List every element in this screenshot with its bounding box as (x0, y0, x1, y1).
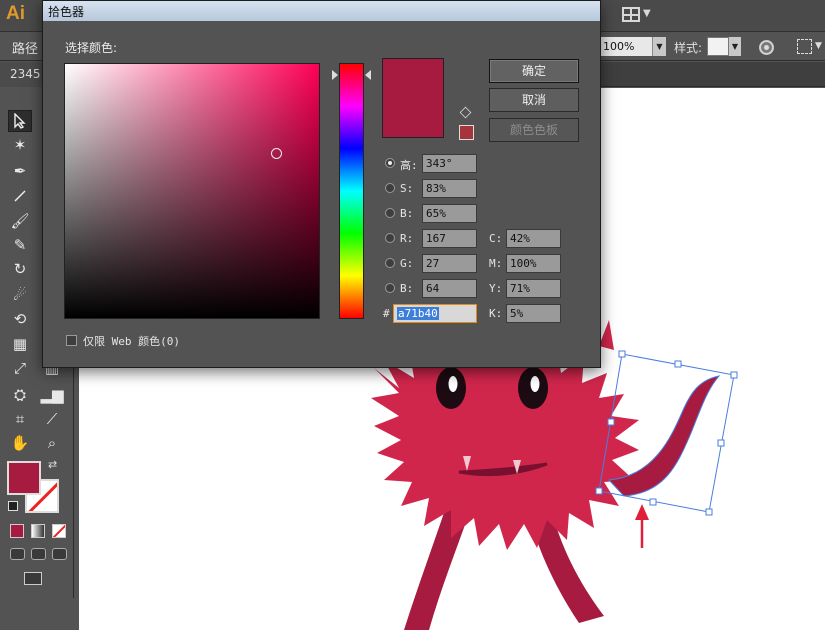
chevron-down-icon[interactable]: ▼ (643, 8, 651, 19)
black-label: K: (489, 307, 503, 320)
red-label: R: (400, 232, 414, 245)
free-transform-icon[interactable]: ⟲ (8, 308, 32, 330)
yellow-input[interactable]: 71% (506, 279, 561, 298)
draw-normal-icon[interactable] (10, 548, 25, 560)
yellow-label: Y: (489, 282, 503, 295)
cyan-input[interactable]: 42% (506, 229, 561, 248)
hex-label: # (383, 307, 390, 320)
blue-label: B: (400, 282, 414, 295)
magenta-input[interactable]: 100% (506, 254, 561, 273)
hue-slider[interactable] (339, 63, 364, 319)
app-logo: Ai (6, 3, 25, 24)
black-input[interactable]: 5% (506, 304, 561, 323)
web-colors-only-checkbox[interactable] (66, 335, 77, 346)
web-safe-color-swatch[interactable] (459, 125, 474, 140)
monster-fur-tip (599, 320, 614, 350)
cancel-button[interactable]: 取消 (489, 88, 579, 112)
radio-brightness[interactable] (385, 208, 395, 218)
hue-slider-arrow-right[interactable] (365, 70, 371, 81)
opacity-dropdown-icon[interactable]: ▼ (652, 37, 666, 56)
hex-value: a71b40 (397, 307, 439, 320)
default-colors-icon[interactable] (8, 501, 18, 511)
slice-tool-icon[interactable]: ⟋ (40, 408, 64, 430)
magenta-label: M: (489, 257, 503, 270)
radio-blue[interactable] (385, 283, 395, 293)
red-input[interactable]: 167 (422, 229, 477, 248)
new-color-preview (382, 58, 444, 138)
brightness-label: B: (400, 207, 414, 220)
brightness-input[interactable]: 65% (422, 204, 477, 223)
web-colors-only-label: 仅限 Web 颜色(0) (83, 335, 180, 348)
artboard-tool-icon[interactable]: ⌗ (8, 408, 32, 430)
object-type-label: 路径 (12, 42, 39, 57)
blue-input[interactable]: 64 (422, 279, 477, 298)
arrange-documents-icon[interactable] (622, 7, 640, 22)
monster-right-eye-highlight (530, 376, 540, 392)
none-mode-icon[interactable] (52, 524, 66, 538)
rotate-tool-icon[interactable]: ↻ (8, 258, 32, 280)
zoom-tool-icon[interactable]: ⌕ (40, 432, 64, 454)
color-picker-dialog: 拾色器 选择颜色: 确定 取消 颜色色板 高: 343° S: 83% B: 6… (42, 0, 601, 368)
eyedropper-icon[interactable]: ⤢ (8, 357, 32, 379)
dialog-title: 拾色器 (48, 5, 85, 19)
column-graph-icon[interactable]: ▂▆ (40, 384, 64, 406)
paintbrush-icon[interactable]: 🖌 (8, 210, 32, 232)
green-input[interactable]: 27 (422, 254, 477, 273)
hue-label: 高: (400, 159, 418, 172)
line-tool-icon[interactable] (8, 185, 32, 207)
draw-behind-icon[interactable] (31, 548, 46, 560)
screen-mode-icon[interactable] (24, 572, 42, 585)
recolor-artwork-icon[interactable] (759, 40, 774, 55)
shaper-tool-icon[interactable]: ✎ (8, 234, 32, 256)
fill-color-swatch[interactable] (7, 461, 41, 495)
opacity-input[interactable]: 100% (600, 37, 652, 56)
style-dropdown-icon[interactable]: ▼ (729, 37, 741, 56)
hex-input[interactable]: a71b40 (393, 304, 477, 323)
gradient-mode-icon[interactable] (31, 524, 45, 538)
radio-green[interactable] (385, 258, 395, 268)
selection-tool-icon[interactable] (8, 110, 32, 132)
hue-input[interactable]: 343° (422, 154, 477, 173)
saturation-input[interactable]: 83% (422, 179, 477, 198)
chevron-down-icon[interactable]: ▼ (815, 41, 822, 51)
monster-left-eye-highlight (448, 376, 458, 392)
monster-tail[interactable] (607, 375, 721, 497)
style-label: 样式: (674, 41, 703, 55)
annotation-arrow (635, 504, 649, 548)
out-of-gamut-icon[interactable] (459, 106, 472, 119)
graphic-style-swatch[interactable] (707, 37, 729, 56)
pen-tool-icon[interactable]: ✒ (8, 160, 32, 182)
radio-hue[interactable] (385, 158, 395, 168)
color-mode-icon[interactable] (10, 524, 24, 538)
select-color-heading: 选择颜色: (65, 41, 118, 55)
radio-red[interactable] (385, 233, 395, 243)
hand-tool-icon[interactable]: ✋ (8, 432, 32, 454)
ok-button[interactable]: 确定 (489, 59, 579, 83)
color-swatches-button[interactable]: 颜色色板 (489, 118, 579, 142)
magic-wand-icon[interactable]: ✶ (8, 134, 32, 156)
dialog-titlebar[interactable]: 拾色器 (43, 1, 600, 21)
isolate-selection-icon[interactable] (797, 39, 812, 54)
saturation-label: S: (400, 182, 414, 195)
color-field-cursor[interactable] (271, 147, 283, 159)
color-field[interactable] (64, 63, 320, 319)
swap-fill-stroke-icon[interactable]: ⇄ (48, 458, 57, 471)
radio-saturation[interactable] (385, 183, 395, 193)
draw-inside-icon[interactable] (52, 548, 67, 560)
warp-tool-icon[interactable]: ☄ (8, 284, 32, 306)
cyan-label: C: (489, 232, 503, 245)
symbol-sprayer-icon[interactable]: ⛭ (8, 384, 32, 406)
mesh-tool-icon[interactable]: ▦ (8, 333, 32, 355)
hue-slider-arrow-left[interactable] (332, 70, 338, 81)
green-label: G: (400, 257, 414, 270)
